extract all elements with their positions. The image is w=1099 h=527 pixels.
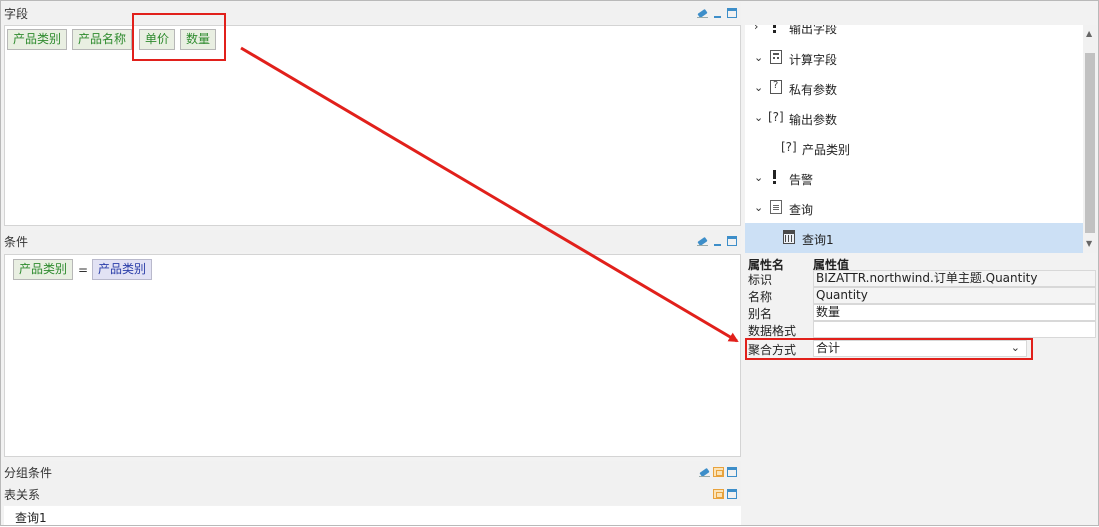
property-row-format[interactable]: 数据格式 (745, 321, 1097, 338)
minimize-icon[interactable] (711, 7, 724, 20)
fields-panel-header: 字段 (2, 2, 741, 24)
maximize-icon[interactable] (727, 489, 737, 499)
property-name: 名称 (748, 290, 773, 304)
tree-item-label: 产品类别 (802, 143, 851, 157)
highlight-box-aggregation (745, 338, 1033, 360)
fields-panel-body: 产品类别 产品名称 单价 数量 (4, 25, 741, 226)
tree-item-label: 计算字段 (789, 53, 838, 67)
tree-item-label: 告警 (789, 173, 814, 187)
table-icon (783, 230, 795, 244)
relations-panel-tools (713, 487, 737, 501)
tree-item-private-params[interactable]: ⌄ 私有参数 (745, 74, 1083, 102)
fields-panel-tools (696, 6, 737, 20)
query-icon (770, 200, 782, 214)
scroll-down-icon[interactable]: ▼ (1086, 239, 1092, 248)
chevron-down-icon[interactable]: ⌄ (754, 201, 763, 214)
grouping-panel-tools (698, 465, 737, 479)
tree-item-alerts[interactable]: ⌄ 告警 (745, 164, 1083, 192)
tree-item-output-fields[interactable]: › 输出字段 (745, 25, 1083, 41)
alias-input[interactable]: 数量 (813, 304, 1096, 321)
minimize-icon[interactable] (711, 235, 724, 248)
field-chip-category[interactable]: 产品类别 (7, 29, 68, 50)
restore-icon[interactable] (713, 467, 724, 477)
tree-item-calc-fields[interactable]: ⌄ 计算字段 (745, 44, 1083, 72)
eraser-icon[interactable] (696, 235, 709, 248)
property-name: 标识 (748, 273, 773, 287)
relations-panel-title: 表关系 (4, 488, 41, 502)
resource-tree: › 输出字段 ⌄ 计算字段 ⌄ 私有参数 ⌄ [?] 输出参数 [?] 产品类别… (745, 25, 1083, 253)
conditions-panel-title: 条件 (4, 235, 29, 249)
tree-item-label: 查询1 (802, 233, 834, 247)
maximize-icon[interactable] (727, 236, 737, 246)
grouping-panel-header: 分组条件 (2, 461, 741, 483)
format-input[interactable] (813, 321, 1096, 338)
condition-left-chip[interactable]: 产品类别 (13, 259, 74, 280)
property-value: Quantity (813, 287, 1096, 304)
grouping-panel-title: 分组条件 (4, 466, 53, 480)
chevron-down-icon[interactable]: ⌄ (754, 171, 763, 184)
relations-panel-body: 查询1 (4, 506, 741, 525)
eraser-icon[interactable] (696, 7, 709, 20)
tree-item-label: 查询 (789, 203, 814, 217)
param-icon (770, 80, 782, 94)
chevron-down-icon[interactable]: ⌄ (754, 111, 763, 124)
chevron-down-icon[interactable]: ⌄ (754, 51, 763, 64)
tree-scrollbar[interactable]: ▲ ▼ (1083, 25, 1097, 253)
conditions-panel-tools (696, 234, 737, 248)
maximize-icon[interactable] (727, 8, 737, 18)
tree-item-query1[interactable]: 查询1 (745, 223, 1083, 253)
condition-right-chip[interactable]: 产品类别 (92, 259, 153, 280)
tree-item-queries[interactable]: ⌄ 查询 (745, 194, 1083, 222)
tree-item-label: 输出字段 (789, 25, 838, 36)
property-row-id: 标识 BIZATTR.northwind.订单主题.Quantity (745, 270, 1097, 287)
relation-item-query1[interactable]: 查询1 (15, 509, 47, 526)
conditions-panel-body: 产品类别 = 产品类别 (4, 254, 741, 457)
alert-icon (769, 25, 781, 33)
alert-icon (769, 170, 781, 184)
tree-item-label: 私有参数 (789, 83, 838, 97)
property-value: BIZATTR.northwind.订单主题.Quantity (813, 270, 1096, 287)
tree-item-param-category[interactable]: [?] 产品类别 (745, 134, 1083, 162)
relations-panel-header: 表关系 (2, 483, 741, 505)
chevron-down-icon[interactable]: ⌄ (754, 81, 763, 94)
restore-icon[interactable] (713, 489, 724, 499)
maximize-icon[interactable] (727, 467, 737, 477)
condition-operator[interactable]: = (78, 263, 88, 277)
bracket-question-icon: [?] (781, 140, 797, 154)
property-name: 别名 (748, 307, 773, 321)
conditions-panel-header: 条件 (2, 230, 741, 252)
chevron-right-icon[interactable]: › (754, 25, 758, 33)
eraser-icon[interactable] (698, 466, 711, 479)
property-row-alias[interactable]: 别名 数量 (745, 304, 1097, 321)
fields-panel-title: 字段 (4, 7, 29, 21)
highlight-box-price-quantity (132, 13, 226, 61)
bracket-question-icon: [?] (768, 110, 784, 124)
field-chip-product-name[interactable]: 产品名称 (72, 29, 133, 50)
designer-window: 字段 产品类别 产品名称 单价 数量 条件 产品类别 = 产品类别 分组条件 表… (0, 0, 1099, 526)
property-name: 数据格式 (748, 324, 797, 338)
property-row-name: 名称 Quantity (745, 287, 1097, 304)
tree-item-label: 输出参数 (789, 113, 838, 127)
scrollbar-thumb[interactable] (1085, 53, 1095, 233)
scroll-up-icon[interactable]: ▲ (1086, 29, 1092, 38)
tree-item-output-params[interactable]: ⌄ [?] 输出参数 (745, 104, 1083, 132)
calculator-icon (770, 50, 782, 64)
